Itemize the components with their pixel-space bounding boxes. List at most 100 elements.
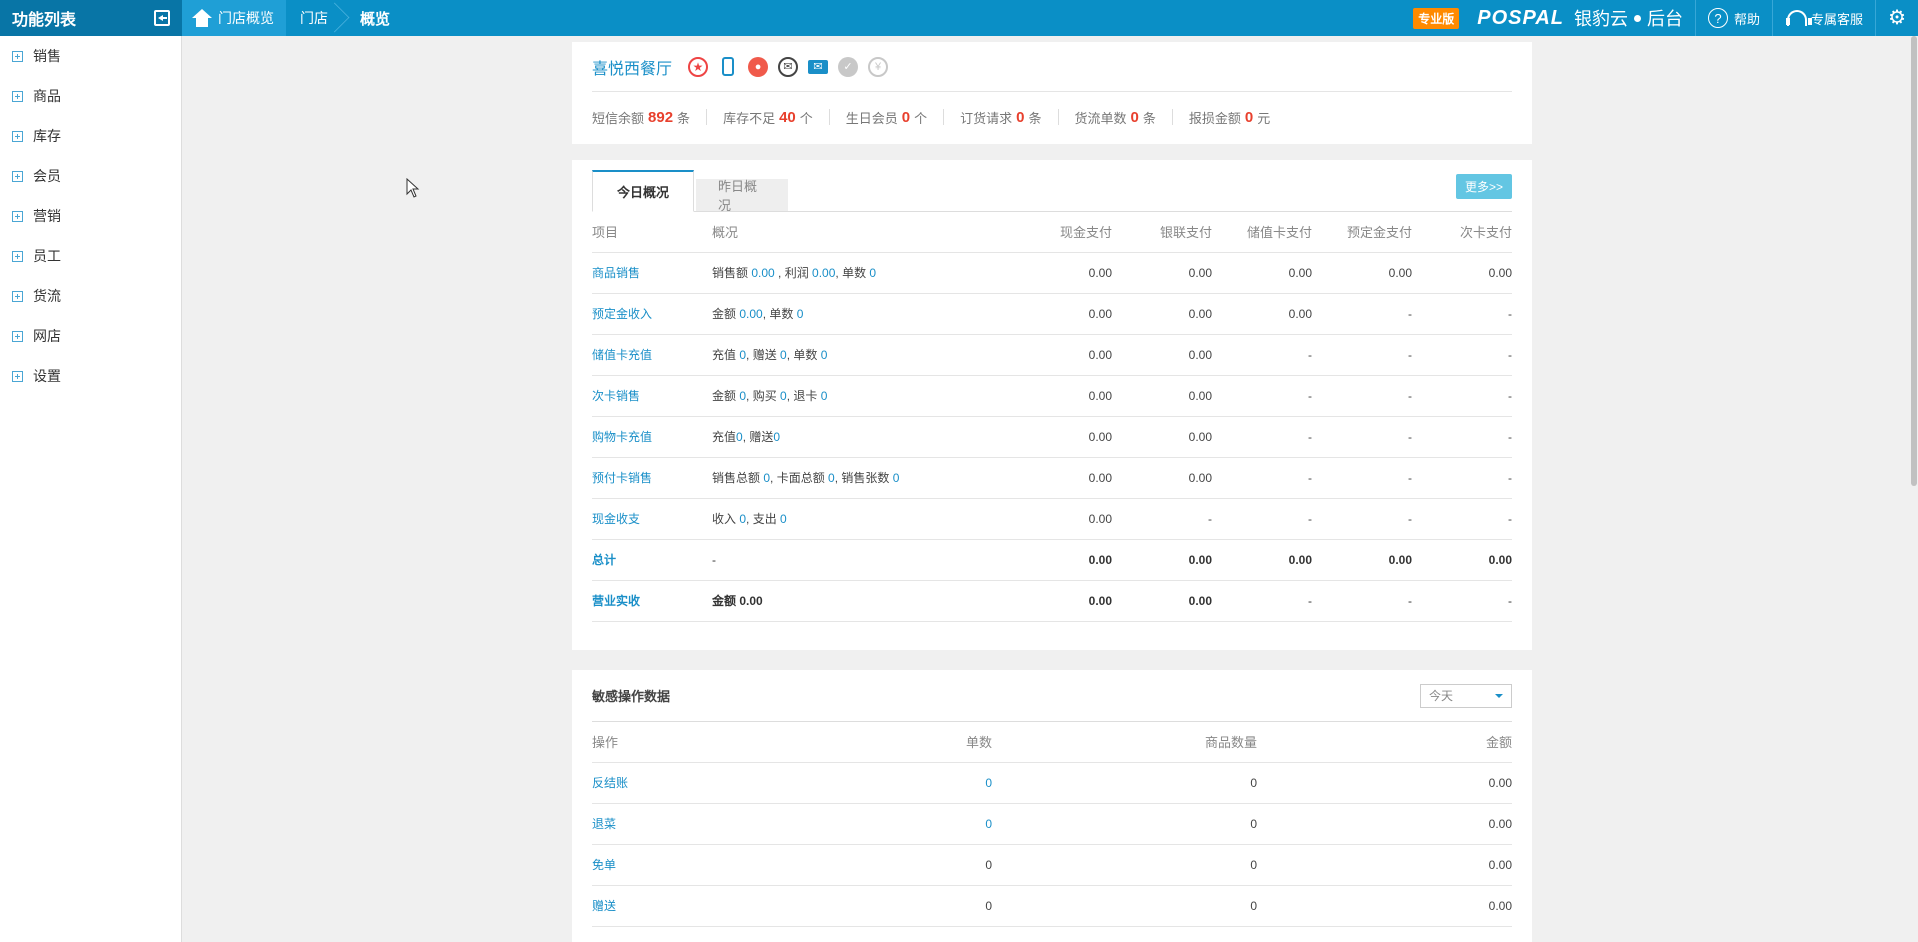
col-times: 次卡支付 — [1412, 212, 1512, 253]
more-button[interactable]: 更多>> — [1455, 174, 1512, 199]
summary-value[interactable]: 0 — [736, 430, 743, 444]
overview-table: 项目 概况 现金支付 银联支付 储值卡支付 预定金支付 次卡支付 商品销售 销售额… — [592, 212, 1512, 622]
col-summary: 概况 — [712, 212, 1012, 253]
table-row: 储值卡充值 充值 0, 赠送 0, 单数 0 0.00 0.00- - - — [592, 334, 1512, 376]
help-link[interactable]: ? 帮助 — [1695, 0, 1772, 36]
sidebar-item[interactable]: 货流 — [0, 276, 181, 316]
sidebar-item[interactable]: 网店 — [0, 316, 181, 356]
sidebar-item[interactable]: 会员 — [0, 156, 181, 196]
stat-item[interactable]: 库存不足 40 个 — [723, 109, 830, 126]
count-value[interactable]: 0 — [985, 817, 992, 831]
stat-unit: 条 — [677, 110, 691, 126]
payment-icon[interactable]: ¥ — [868, 56, 889, 77]
amount-cell: 0.00 — [1257, 762, 1512, 804]
bell-icon[interactable]: ● — [748, 56, 769, 77]
summary-value[interactable]: 0 — [780, 512, 787, 526]
summary-value[interactable]: 0 — [780, 348, 787, 362]
breadcrumb-current: 概览 — [360, 10, 391, 28]
row-item-link[interactable]: 储值卡充值 — [592, 348, 652, 362]
row-item: 现金收支 — [592, 498, 712, 540]
revenue-label[interactable]: 营业实收 — [592, 594, 640, 608]
op-link[interactable]: 反结账 — [592, 776, 628, 790]
stat-item[interactable]: 货流单数 0 条 — [1075, 109, 1173, 126]
revenue-summary: 金额 0.00 — [712, 580, 1012, 622]
summary-value[interactable]: 0.00 — [739, 307, 762, 321]
menu-title: 功能列表 — [12, 12, 77, 29]
tab-yesterday[interactable]: 昨日概况 — [696, 179, 788, 213]
expand-plus-icon — [12, 250, 23, 262]
phone-icon[interactable] — [722, 57, 735, 76]
row-item-link[interactable]: 商品销售 — [592, 266, 640, 280]
amount-cell: 0.00 — [1257, 844, 1512, 886]
count-value: 0 — [985, 857, 992, 872]
breadcrumb-home[interactable]: 门店概览 — [182, 0, 286, 36]
page-scrollbar[interactable] — [1910, 36, 1918, 942]
row-item-link[interactable]: 预付卡销售 — [592, 471, 652, 485]
settings-link[interactable]: ⚙ — [1875, 0, 1918, 36]
row-item-link[interactable]: 购物卡充值 — [592, 430, 652, 444]
summary-label: , 购买 — [746, 389, 781, 403]
op-link[interactable]: 免单 — [592, 858, 616, 872]
mail-icon[interactable]: ✉ — [808, 59, 829, 74]
expand-plus-icon — [12, 370, 23, 382]
op-link[interactable]: 赠送 — [592, 899, 616, 913]
summary-value[interactable]: 0 — [773, 430, 780, 444]
summary-value[interactable]: 0 — [821, 389, 828, 403]
overview-panel: 今日概况 昨日概况 更多>> 项目 概况 现金支付 银联支付 储值卡支付 预定金… — [572, 160, 1532, 650]
stat-item[interactable]: 订货请求 0 条 — [960, 108, 1059, 126]
stat-unit: 条 — [1028, 110, 1042, 126]
cell-union: 0.00 — [1112, 252, 1212, 294]
row-item-link[interactable]: 预定金收入 — [592, 307, 652, 321]
logo-en: POSPAL — [1477, 6, 1565, 29]
sensitive-table: 操作 单数 商品数量 金额 反结账 0 0 0.00 退菜 0 0 0.00 免单 0 0 0.00 赠… — [592, 722, 1512, 927]
row-item-link[interactable]: 次卡销售 — [592, 389, 640, 403]
summary-value[interactable]: 0.00 — [812, 266, 835, 280]
summary-value[interactable]: 0 — [821, 348, 828, 362]
cell-deposit: - — [1312, 498, 1412, 540]
stat-value: 0 — [1244, 108, 1254, 126]
scrollbar-thumb[interactable] — [1911, 36, 1917, 486]
cell-stored: - — [1212, 334, 1312, 376]
op-link[interactable]: 退菜 — [592, 817, 616, 831]
stat-item[interactable]: 报损金额 0 元 — [1189, 108, 1286, 126]
pro-badge: 专业版 — [1413, 7, 1460, 29]
summary-value[interactable]: 0.00 — [751, 266, 774, 280]
cell-union: 0.00 — [1112, 293, 1212, 335]
period-select[interactable]: 今天 — [1420, 683, 1512, 708]
cell-deposit: - — [1312, 375, 1412, 417]
sidebar-item[interactable]: 销售 — [0, 36, 181, 76]
stat-item[interactable]: 生日会员 0 个 — [846, 109, 945, 126]
check-icon[interactable]: ✓ — [838, 56, 859, 77]
message-icon[interactable]: ✉ — [778, 56, 799, 77]
total-label[interactable]: 总计 — [592, 553, 616, 567]
breadcrumb-store[interactable]: 门店 — [286, 0, 346, 36]
sidebar-item[interactable]: 营销 — [0, 196, 181, 236]
cell-times: - — [1412, 375, 1512, 417]
sidebar-item[interactable]: 设置 — [0, 356, 181, 396]
table-row: 免单 0 0 0.00 — [592, 844, 1512, 886]
row-summary: 充值 0, 赠送 0, 单数 0 — [712, 334, 1012, 376]
count-value[interactable]: 0 — [985, 776, 992, 790]
summary-value[interactable]: 0 — [780, 389, 787, 403]
cell-times: - — [1412, 416, 1512, 458]
stat-value: 0 — [1016, 108, 1025, 126]
summary-value[interactable]: 0 — [828, 471, 835, 485]
store-name[interactable]: 喜悦西餐厅 — [592, 55, 672, 79]
col-deposit: 预定金支付 — [1312, 212, 1412, 253]
summary-value[interactable]: 0 — [797, 307, 804, 321]
collapse-menu-icon[interactable] — [154, 10, 170, 26]
amount-cell: 0.00 — [1257, 885, 1512, 927]
star-icon[interactable]: ★ — [688, 56, 709, 77]
row-item-link[interactable]: 现金收支 — [592, 512, 640, 526]
summary-value[interactable]: 0 — [869, 266, 876, 280]
sidebar-item[interactable]: 商品 — [0, 76, 181, 116]
summary-label: 充值 — [712, 430, 737, 444]
sidebar-item[interactable]: 库存 — [0, 116, 181, 156]
tab-today[interactable]: 今日概况 — [592, 170, 694, 212]
stat-item[interactable]: 短信余额 892 条 — [592, 109, 708, 126]
sidebar-item[interactable]: 员工 — [0, 236, 181, 276]
sensitive-header: 敏感操作数据 今天 — [592, 670, 1512, 722]
service-link[interactable]: 专属客服 — [1772, 0, 1875, 36]
summary-value[interactable]: 0 — [893, 471, 900, 485]
cell-stored: 0.00 — [1212, 252, 1312, 294]
